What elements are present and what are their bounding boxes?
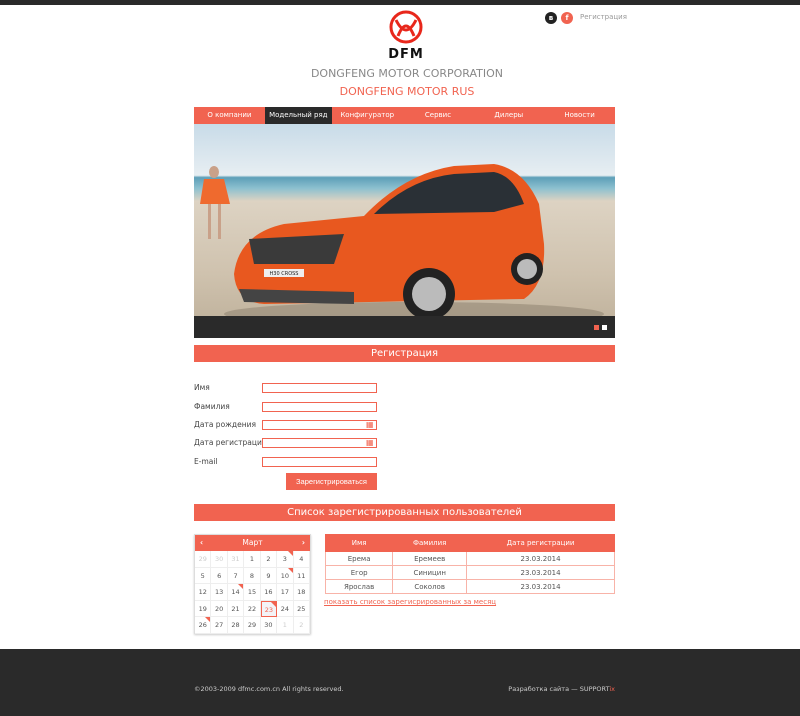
calendar-day[interactable]: 10 [277, 567, 294, 585]
facebook-icon[interactable]: f [561, 12, 573, 24]
email-label: E-mail [194, 457, 218, 466]
birth-date-input[interactable]: ▦ [262, 420, 377, 430]
calendar-day[interactable]: 18 [293, 584, 310, 601]
calendar-day[interactable]: 29 [244, 617, 261, 634]
main-nav: О компании Модельный ряд Конфигуратор Се… [194, 107, 615, 124]
calendar-day[interactable]: 30 [260, 617, 278, 634]
calendar-day[interactable]: 28 [227, 617, 245, 634]
cell: Соколов [392, 579, 468, 594]
cell: Синицин [392, 565, 468, 580]
calendar-day[interactable]: 2 [260, 551, 278, 568]
calendar-day[interactable]: 12 [195, 584, 212, 601]
calendar-day[interactable]: 20 [211, 600, 228, 618]
site-subtitle: DONGFENG MOTOR RUS [339, 85, 475, 98]
cell: 23.03.2014 [466, 551, 615, 566]
calendar-icon[interactable]: ▦ [366, 421, 375, 429]
calendar-day[interactable]: 31 [227, 551, 245, 568]
calendar-day[interactable]: 9 [260, 567, 278, 585]
users-table: Имя Фамилия Дата регистрации Ерема Еремее… [324, 534, 615, 594]
calendar-day[interactable]: 23 [260, 600, 278, 618]
col-last-name: Фамилия [392, 534, 468, 552]
dev-brand-suffix: ix [609, 685, 615, 693]
developer-credit[interactable]: Разработка сайта — SUPPORTix [508, 685, 615, 693]
calendar-day[interactable]: 4 [293, 551, 310, 568]
vk-icon[interactable]: в [545, 12, 557, 24]
prev-month-icon[interactable]: ‹ [200, 535, 203, 551]
calendar-day[interactable]: 16 [260, 584, 278, 601]
nav-service[interactable]: Сервис [403, 107, 474, 124]
month-users-link[interactable]: показать список зарегисрированных за мес… [324, 598, 496, 606]
calendar-icon[interactable]: ▦ [366, 439, 375, 447]
calendar-day[interactable]: 17 [277, 584, 294, 601]
calendar-day[interactable]: 2 [293, 617, 310, 634]
dfm-logo[interactable]: DFM [382, 10, 430, 62]
calendar-day[interactable]: 7 [227, 567, 245, 585]
last-name-label: Фамилия [194, 402, 230, 411]
site-title: DONGFENG MOTOR CORPORATION [310, 67, 504, 80]
calendar-day[interactable]: 26 [195, 617, 212, 634]
footer [0, 649, 800, 716]
hero-slider[interactable]: H30 CROSS [194, 124, 615, 338]
hero-car-image: H30 CROSS [200, 164, 604, 326]
calendar-day[interactable]: 6 [211, 567, 228, 585]
cell: 23.03.2014 [466, 565, 615, 580]
users-heading: Список зарегистрированных пользователей [194, 504, 615, 521]
calendar-day[interactable]: 11 [293, 567, 310, 585]
calendar-day[interactable]: 25 [293, 600, 310, 618]
cell: Еремеев [392, 551, 468, 566]
slide-dot-2[interactable] [602, 325, 607, 330]
dev-brand: SUPPORT [579, 685, 610, 693]
calendar-day[interactable]: 27 [211, 617, 228, 634]
slide-dot-1[interactable] [594, 325, 599, 330]
nav-dealers[interactable]: Дилеры [473, 107, 544, 124]
calendar-widget: ‹ Март › 29 30 31 1 2 3 4 5 6 7 8 9 10 11 12 13 14 15 16 17… [194, 534, 311, 634]
calendar-day[interactable]: 1 [244, 551, 261, 568]
table-row: Ярослав Соколов 23.03.2014 [324, 579, 615, 594]
calendar-day[interactable]: 1 [277, 617, 294, 634]
model-badge: H30 CROSS [270, 271, 299, 277]
calendar-day[interactable]: 24 [277, 600, 294, 618]
nav-about[interactable]: О компании [194, 107, 265, 124]
slider-bar [194, 316, 615, 338]
registration-date-input[interactable]: ▦ [262, 438, 377, 448]
col-reg-date: Дата регистрации [466, 534, 615, 552]
cell: 23.03.2014 [466, 579, 615, 594]
calendar-day[interactable]: 3 [277, 551, 294, 568]
email-input[interactable] [262, 457, 377, 467]
dev-prefix: Разработка сайта — [508, 685, 580, 693]
nav-configurator[interactable]: Конфигуратор [332, 107, 403, 124]
table-row: Егор Синицин 23.03.2014 [324, 565, 615, 580]
calendar-day[interactable]: 21 [227, 600, 245, 618]
calendar-day[interactable]: 22 [244, 600, 261, 618]
registration-date-label: Дата регистрации [194, 438, 267, 447]
copyright: ©2003-2009 dfmc.com.cn All rights reserv… [194, 685, 344, 693]
table-row: Ерема Еремеев 23.03.2014 [324, 551, 615, 566]
top-bar [0, 0, 800, 5]
calendar-day[interactable]: 5 [195, 567, 212, 585]
calendar-month: Март [242, 538, 263, 547]
calendar-day[interactable]: 13 [211, 584, 228, 601]
col-first-name: Имя [324, 534, 394, 552]
cell: Ерема [324, 551, 394, 566]
register-button[interactable]: Зарегистрироваться [286, 473, 377, 490]
calendar-day[interactable]: 19 [195, 600, 212, 618]
first-name-label: Имя [194, 383, 210, 392]
calendar-day[interactable]: 15 [244, 584, 261, 601]
nav-news[interactable]: Новости [544, 107, 615, 124]
birth-date-label: Дата рождения [194, 420, 256, 429]
calendar-day[interactable]: 29 [195, 551, 212, 568]
first-name-input[interactable] [262, 383, 377, 393]
register-link[interactable]: Регистрация [580, 13, 627, 21]
cell: Егор [324, 565, 394, 580]
svg-text:DFM: DFM [388, 47, 424, 60]
calendar-day[interactable]: 30 [211, 551, 228, 568]
nav-models[interactable]: Модельный ряд [264, 107, 332, 124]
last-name-input[interactable] [262, 402, 377, 412]
registration-heading: Регистрация [194, 345, 615, 362]
calendar-day[interactable]: 14 [227, 584, 245, 601]
next-month-icon[interactable]: › [302, 535, 305, 551]
cell: Ярослав [324, 579, 394, 594]
calendar-day[interactable]: 8 [244, 567, 261, 585]
